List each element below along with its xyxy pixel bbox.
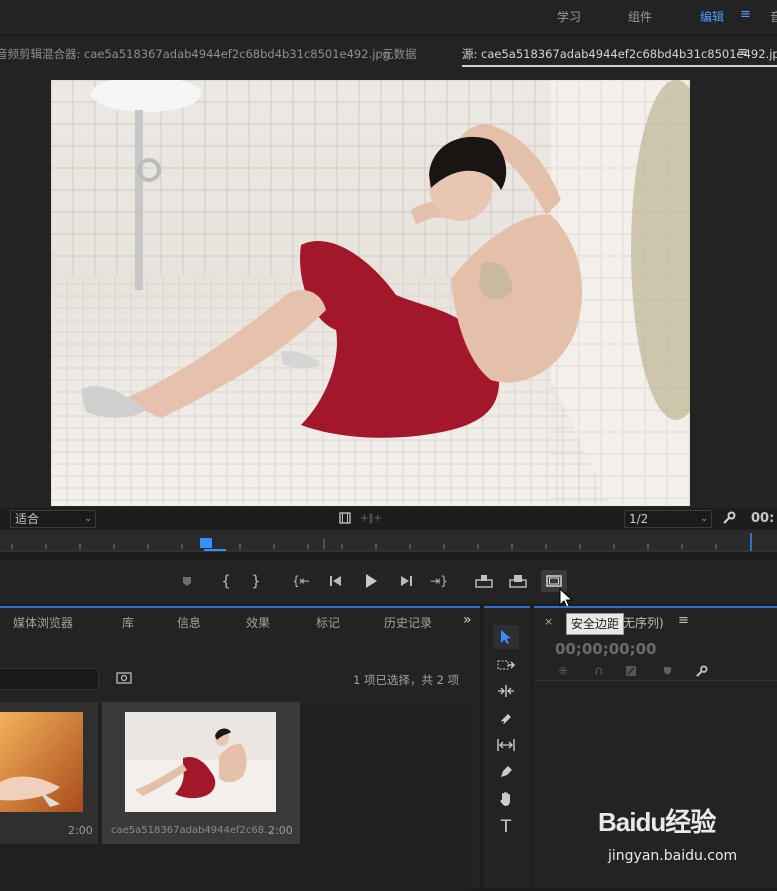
source-timecode: 00:: [751, 511, 775, 526]
clip-name: cae5a518367adab4944ef2c68...: [111, 825, 274, 836]
play-icon[interactable]: [362, 571, 380, 591]
chevron-down-icon: ⌄: [84, 514, 92, 524]
timeline-title[interactable]: 无序列): [623, 614, 664, 631]
playhead[interactable]: [200, 538, 212, 548]
clip-duration: 2:00: [268, 824, 293, 837]
step-back-icon[interactable]: [328, 572, 344, 590]
tab-source[interactable]: 源: cae5a518367adab4944ef2c68bd4b31c8501e…: [462, 46, 777, 67]
tab-history[interactable]: 历史记录: [384, 614, 432, 631]
source-menu-icon[interactable]: ≡: [737, 45, 748, 60]
close-icon[interactable]: ×: [544, 615, 553, 628]
timeline-timecode[interactable]: 00;00;00;00: [555, 640, 657, 658]
overwrite-icon[interactable]: [508, 572, 528, 590]
slip-tool-icon[interactable]: [495, 735, 517, 755]
transport-controls: { } {⇤ ⇥}: [0, 560, 777, 604]
chevron-down-icon: ⌄: [700, 514, 708, 524]
clip-duration: 2:00: [68, 824, 93, 837]
workspace-editing[interactable]: 编辑: [700, 8, 724, 25]
tab-audio-clip-mixer[interactable]: 音频剪辑混合器: cae5a518367adab4944ef2c68bd4b31…: [0, 46, 390, 62]
hand-tool-icon[interactable]: [495, 789, 517, 809]
baidu-jingyan-watermark: Baidu经验 jingyan.baidu.com: [596, 800, 776, 870]
time-ruler[interactable]: [0, 530, 777, 552]
timeline-divider: [534, 680, 777, 681]
preview-photo: [51, 80, 690, 506]
playback-resolution-value: 1/2: [629, 512, 649, 526]
drag-audio-video-icon[interactable]: +‖+: [360, 511, 382, 525]
fit-zoom-dropdown[interactable]: 适合 ⌄: [10, 510, 96, 528]
playhead-marker: [204, 549, 226, 551]
fit-zoom-value: 适合: [15, 512, 40, 526]
ruler-ticks: [0, 533, 777, 552]
project-item[interactable]: 2:00: [0, 702, 98, 844]
workspace-assembly[interactable]: 组件: [628, 8, 652, 25]
clip-thumbnail: [125, 712, 276, 812]
track-select-tool-icon[interactable]: [495, 655, 517, 675]
clip-thumbnail: [0, 712, 83, 812]
tab-info[interactable]: 信息: [177, 614, 201, 631]
workspace-bar: 学习 组件 编辑 ≡ 音: [0, 0, 777, 34]
razor-tool-icon[interactable]: [495, 708, 517, 728]
add-marker-icon[interactable]: [179, 573, 195, 589]
workspace-learn[interactable]: 学习: [557, 8, 581, 25]
ripple-edit-tool-icon[interactable]: [495, 681, 517, 701]
more-tabs-icon[interactable]: »: [463, 612, 472, 628]
new-search-bin-icon[interactable]: [114, 670, 134, 686]
source-panel-tabs: 音频剪辑混合器: cae5a518367adab4944ef2c68bd4b31…: [0, 36, 777, 68]
add-marker-icon[interactable]: [658, 663, 676, 679]
pen-tool-icon[interactable]: [495, 762, 517, 782]
timeline-menu-icon[interactable]: ≡: [678, 613, 689, 628]
watermark-url: jingyan.baidu.com: [608, 848, 738, 864]
wrench-icon[interactable]: [721, 509, 737, 527]
go-to-in-icon[interactable]: {⇤: [292, 572, 310, 590]
tab-media-browser[interactable]: 媒体浏览器: [13, 614, 73, 631]
workspace-menu-icon[interactable]: ≡: [740, 7, 751, 22]
watermark-brand: Baidu经验: [598, 807, 716, 837]
mark-in-icon[interactable]: {: [218, 572, 234, 590]
snap-magnet-icon[interactable]: ∩: [590, 663, 608, 679]
insert-icon[interactable]: [474, 572, 494, 590]
step-forward-icon[interactable]: [398, 572, 414, 590]
go-to-out-icon[interactable]: ⇥}: [430, 572, 448, 590]
tab-metadata[interactable]: 元数据: [382, 46, 417, 62]
source-preview-image: [51, 80, 690, 506]
safe-margins-tooltip: 安全边距: [566, 613, 625, 635]
selection-status: 1 项已选择，共 2 项: [353, 673, 460, 687]
tab-libraries[interactable]: 库: [122, 614, 134, 631]
timeline-settings-wrench-icon[interactable]: [692, 663, 710, 679]
tools-panel: T: [484, 606, 530, 888]
mark-out-icon[interactable]: }: [248, 572, 264, 590]
film-strip-icon[interactable]: [338, 511, 352, 525]
project-search-input[interactable]: [0, 668, 99, 690]
nest-toggle-icon[interactable]: ⁜: [554, 663, 572, 679]
selection-tool-icon[interactable]: [493, 625, 519, 649]
project-panel: 媒体浏览器 库 信息 效果 标记 历史记录 » 1 项已选择，共 2 项 2:0…: [0, 606, 480, 891]
tab-markers[interactable]: 标记: [316, 614, 340, 631]
playback-resolution-dropdown[interactable]: 1/2 ⌄: [624, 510, 712, 528]
type-tool-icon[interactable]: T: [495, 816, 517, 838]
workspace-audio[interactable]: 音: [770, 8, 777, 25]
linked-selection-icon[interactable]: [622, 663, 640, 679]
project-item-selected[interactable]: cae5a518367adab4944ef2c68... 2:00: [102, 702, 300, 844]
tab-effects[interactable]: 效果: [246, 614, 270, 631]
